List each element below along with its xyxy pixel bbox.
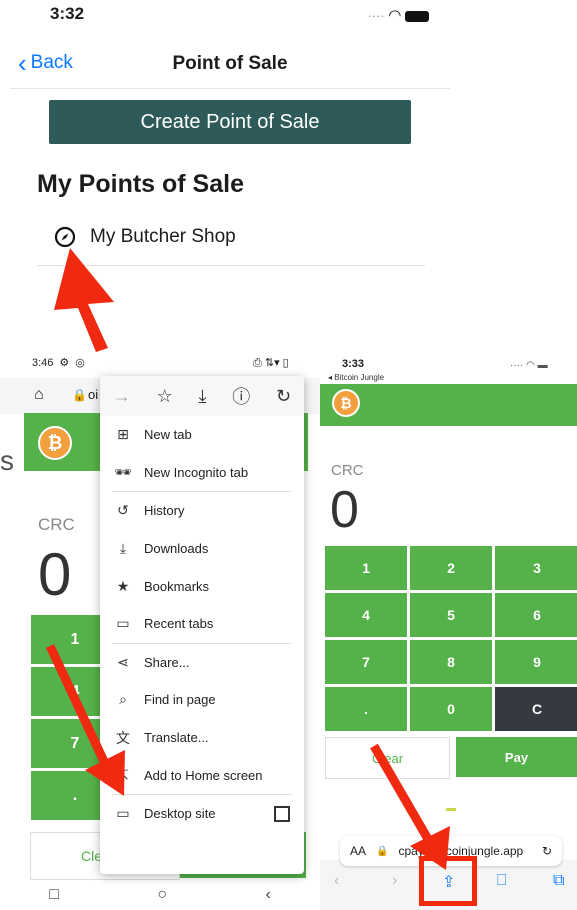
arrow-down-right-icon	[370, 743, 450, 870]
arrow-up-icon	[54, 248, 114, 352]
arrow-down-left-icon	[45, 644, 125, 796]
annotation-arrows	[45, 248, 450, 870]
